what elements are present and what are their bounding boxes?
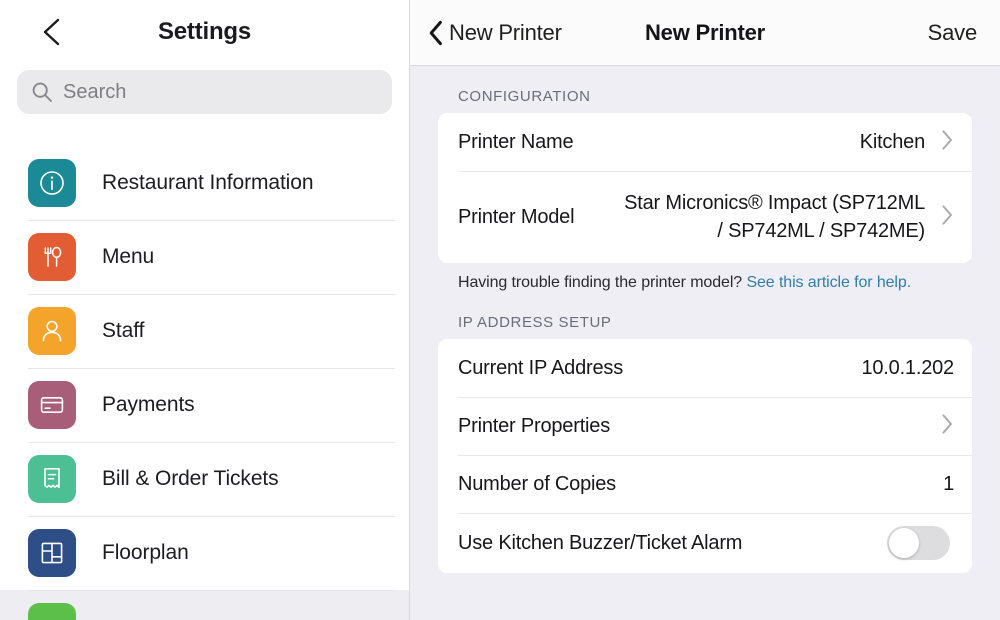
back-button-label: New Printer [449,19,562,45]
row-printer-name[interactable]: Printer Name Kitchen [438,113,972,171]
chevron-right-icon [941,413,954,440]
search-icon [31,81,53,103]
kitchen-buzzer-toggle[interactable] [887,526,950,560]
sidebar-item-payments[interactable]: Payments [0,368,409,442]
sidebar-item-restaurant-information[interactable]: Restaurant Information [0,146,409,220]
detail-header: New Printer New Printer Save [410,0,1000,66]
chevron-left-icon [428,20,444,46]
configuration-section-label: CONFIGURATION [458,88,591,105]
search-input[interactable] [63,80,378,104]
sidebar-item-label: Floorplan [102,541,189,564]
sidebar-item-label: Bill & Order Tickets [102,467,279,490]
row-number-of-copies[interactable]: Number of Copies 1 [438,455,972,513]
settings-sidebar: Settings Search Restaurant Information M… [0,0,410,620]
row-label: Printer Properties [458,414,611,437]
row-label: Printer Model [458,205,575,228]
row-value: 10.0.1.202 [861,356,954,379]
ip-address-setup-card: Current IP Address 10.0.1.202 Printer Pr… [438,339,972,573]
help-text: Having trouble finding the printer model… [458,274,743,291]
row-value: 1 [943,472,954,495]
person-icon [28,307,76,355]
green-icon [28,603,76,620]
row-value: Kitchen [859,130,926,153]
row-kitchen-buzzer[interactable]: Use Kitchen Buzzer/Ticket Alarm [438,513,972,573]
row-label: Printer Name [458,130,574,153]
row-printer-model[interactable]: Printer Model Star Micronics® Impact (SP… [438,171,972,263]
search-box[interactable] [17,70,392,114]
sidebar-item-label: Menu [102,245,155,268]
row-current-ip-address[interactable]: Current IP Address 10.0.1.202 [438,339,972,397]
sidebar-item-next[interactable] [0,590,409,620]
sidebar-item-menu[interactable]: Menu [0,220,409,294]
help-article-link[interactable]: See this article for help. [746,274,911,291]
search-container [0,70,409,114]
row-label: Use Kitchen Buzzer/Ticket Alarm [458,531,743,554]
save-button[interactable]: Save [928,20,978,46]
sidebar-item-bill-and-order-tickets[interactable]: Bill & Order Tickets [0,442,409,516]
back-button[interactable]: New Printer [428,20,562,46]
cutlery-icon [28,233,76,281]
row-value: Star Micronics® Impact (SP712ML / SP742M… [624,191,925,242]
sidebar-item-staff[interactable]: Staff [0,294,409,368]
row-label: Current IP Address [458,356,624,379]
chevron-right-icon [941,204,954,231]
app-root: Settings Search Restaurant Information M… [0,0,1000,620]
sidebar-item-label: Restaurant Information [102,171,314,194]
settings-list: Restaurant Information Menu Staff Paymen… [0,146,409,620]
row-label: Number of Copies [458,472,616,495]
sidebar-item-label: Staff [102,319,145,342]
sidebar-item-label: Payments [102,393,195,416]
printer-model-help-text: Having trouble finding the printer model… [438,263,972,292]
sidebar-header: Settings [0,0,409,64]
toggle-knob [889,528,919,558]
row-printer-properties[interactable]: Printer Properties [438,397,972,455]
chevron-right-icon [941,129,954,156]
detail-body: CONFIGURATION Printer Name Kitchen Print… [410,66,1000,573]
floorplan-icon [28,529,76,577]
receipt-icon [28,455,76,503]
ip-setup-section-label: IP ADDRESS SETUP [458,314,612,331]
configuration-card: Printer Name Kitchen Printer Model Star … [438,113,972,263]
chevron-left-icon[interactable] [38,18,66,46]
sidebar-item-floorplan[interactable]: Floorplan [0,516,409,590]
new-printer-detail-panel: New Printer New Printer Save CONFIGURATI… [410,0,1000,620]
credit-card-icon [28,381,76,429]
info-icon [28,159,76,207]
